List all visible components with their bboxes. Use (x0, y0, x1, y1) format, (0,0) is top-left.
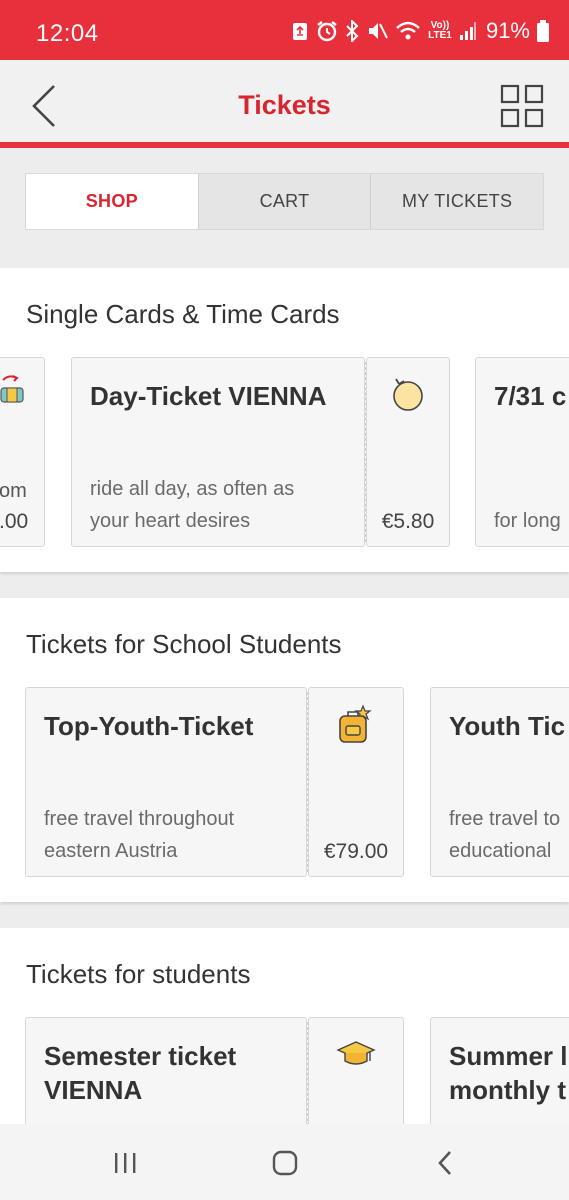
section-title: Tickets for students (26, 959, 251, 989)
perforation-line (307, 692, 308, 872)
ticket-stub-day-ticket[interactable]: €5.80 (365, 357, 450, 547)
perforation-line (365, 362, 366, 542)
ticket-title: Youth Tic (449, 711, 566, 741)
ticket-title-line1: Summer l (449, 1041, 568, 1071)
app-bar: Tickets (0, 60, 569, 142)
tab-cart[interactable]: CART (199, 174, 372, 229)
ticket-desc-line1: free travel to (449, 808, 561, 830)
ticket-card-summer[interactable]: Summer l monthly t (430, 1017, 569, 1124)
section-title: Single Cards & Time Cards (26, 299, 340, 329)
section-title: Tickets for School Students (26, 629, 342, 659)
ticket-card-day-ticket[interactable]: Day-Ticket VIENNA ride all day, as often… (71, 357, 365, 547)
nav-back-button[interactable] (425, 1148, 465, 1178)
backpack-icon (339, 704, 372, 743)
ticket-card-7-31[interactable]: 7/31 c for long (475, 357, 569, 547)
ticket-price: €79.00 (323, 840, 389, 863)
battery-icon (537, 20, 549, 42)
ticket-stub-top-youth[interactable]: €79.00 (307, 687, 404, 877)
ticket-title-line2: monthly t (449, 1075, 566, 1105)
section-single-time-cards: Single Cards & Time Cards om .00 Day-Tic… (0, 268, 569, 572)
ticket-desc-line2: eastern Austria (44, 840, 178, 862)
back-icon (438, 1151, 451, 1175)
ticket-title-line2: VIENNA (44, 1075, 143, 1105)
ticket-price: €5.80 (381, 510, 435, 533)
volte-indicator: Vo)) LTE1 (428, 20, 452, 41)
ticket-desc-line2: your heart desires (90, 510, 251, 532)
ticket-card-youth[interactable]: Youth Tic free travel to educational (430, 687, 569, 877)
home-icon (272, 1150, 298, 1176)
wifi-icon (396, 21, 420, 40)
segmented-tabs: SHOP CART MY TICKETS (25, 173, 544, 230)
ticket-title-line1: Semester ticket (44, 1041, 237, 1071)
mute-icon (368, 23, 388, 39)
ticket-desc-line2: educational (449, 840, 552, 862)
recycle-notification-icon (292, 23, 307, 40)
section-school-students: Tickets for School Students Top-Youth-Ti… (0, 598, 569, 902)
section-students: Tickets for students Semester ticket VIE… (0, 928, 569, 1124)
perforation-line (307, 1022, 308, 1124)
ticket-title: Top-Youth-Ticket (44, 711, 254, 741)
ticket-card-partial-left[interactable]: om .00 (0, 357, 45, 547)
status-bar: 12:04 Vo)) LTE1 91% (0, 0, 569, 60)
page-title: Tickets (238, 90, 331, 120)
status-time: 12:04 (36, 20, 99, 47)
ticket-desc-line1: free travel throughout (44, 808, 235, 830)
ticket-desc-line1: ride all day, as often as (90, 478, 295, 500)
ticket-price-partial: .00 (0, 510, 29, 533)
clock-refresh-icon (393, 378, 423, 411)
ticket-card-top-youth[interactable]: Top-Youth-Ticket free travel throughout … (25, 687, 307, 877)
recents-button[interactable] (105, 1148, 145, 1178)
battery-percent: 91% (485, 18, 530, 43)
ticket-icon (0, 375, 24, 403)
signal-icon (459, 22, 476, 40)
bluetooth-icon (346, 20, 359, 42)
ticket-card-semester-vienna[interactable]: Semester ticket VIENNA (25, 1017, 307, 1124)
menu-grid-button[interactable] (500, 84, 544, 128)
graduation-cap-icon (336, 1041, 376, 1065)
ticket-desc-line1: for long (494, 510, 561, 532)
system-nav-bar (0, 1124, 569, 1200)
tab-shop[interactable]: SHOP (26, 174, 199, 229)
alarm-icon (317, 21, 337, 42)
ticket-desc-partial: om (0, 480, 27, 502)
ticket-title: 7/31 c (494, 381, 567, 411)
ticket-title: Day-Ticket VIENNA (90, 381, 327, 411)
recents-icon (115, 1153, 136, 1173)
grid-icon (500, 84, 544, 128)
app-bar-divider (0, 142, 569, 148)
status-icons: Vo)) LTE1 91% (291, 18, 549, 44)
tab-my-tickets[interactable]: MY TICKETS (371, 174, 543, 229)
home-button[interactable] (265, 1148, 305, 1178)
ticket-stub-semester-vienna[interactable] (307, 1017, 404, 1124)
